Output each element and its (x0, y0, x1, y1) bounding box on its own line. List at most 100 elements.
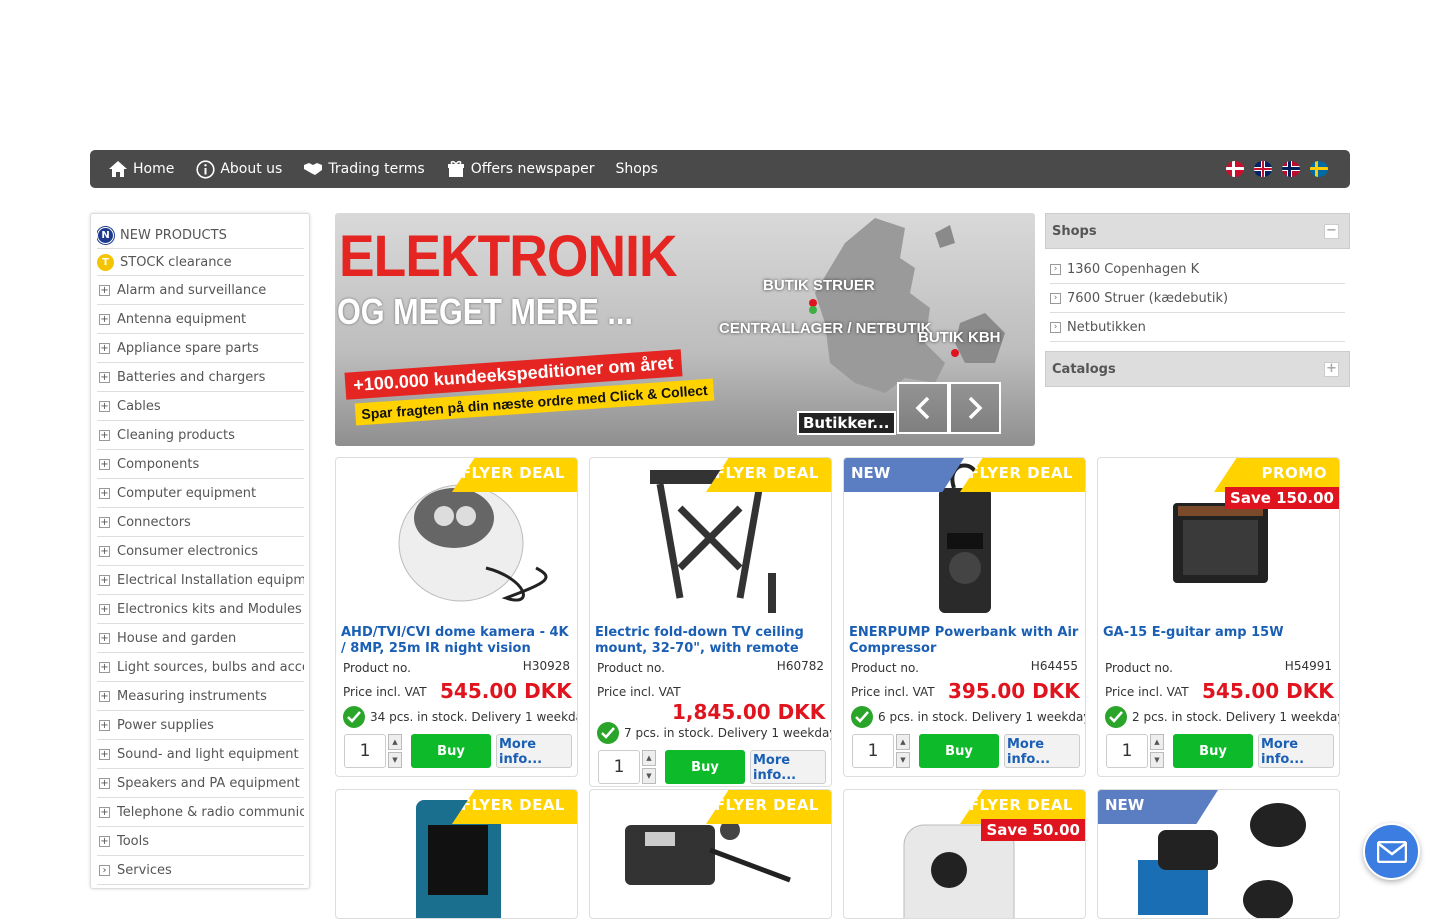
quantity-input[interactable]: 1 (852, 734, 894, 768)
quantity-input[interactable]: 1 (344, 734, 386, 768)
home-icon (108, 159, 128, 179)
sidebar-item-category[interactable]: + Appliance spare parts (97, 334, 304, 363)
expand-icon[interactable]: + (1324, 362, 1339, 377)
sidebar-item-category[interactable]: + Consumer electronics (97, 537, 304, 566)
sidebar-item-category[interactable]: + Cleaning products (97, 421, 304, 450)
sidebar-item-new-products[interactable]: N NEW PRODUCTS (97, 222, 304, 249)
chevron-right-icon: › (1050, 263, 1061, 275)
more-info-button[interactable]: More info... (1258, 734, 1334, 768)
envelope-icon (1376, 840, 1407, 863)
nav-shops[interactable]: Shops (615, 161, 658, 177)
clearance-badge-icon: T (97, 253, 114, 271)
nav-offers-label: Offers newspaper (470, 161, 595, 177)
expand-icon: + (99, 748, 110, 760)
nav-trading-terms[interactable]: Trading terms (303, 159, 425, 179)
expand-icon: + (99, 313, 110, 325)
hero-banner[interactable]: ELEKTRONIK OG MEGET MERE ... +100.000 ku… (335, 213, 1035, 446)
sidebar-item-category[interactable]: + Cables (97, 392, 304, 421)
quantity-input[interactable]: 1 (1106, 734, 1148, 768)
chevron-right-icon: › (1050, 321, 1061, 333)
sidebar-item-category[interactable]: + Components (97, 450, 304, 479)
banner-prev-button[interactable] (897, 382, 949, 434)
shops-panel-header[interactable]: Shops − (1045, 213, 1350, 249)
sidebar-item-label: Telephone & radio communication (117, 804, 304, 820)
catalogs-panel-header[interactable]: Catalogs + (1045, 351, 1350, 387)
quantity-stepper[interactable]: ▲ ▼ (1150, 734, 1164, 768)
sidebar-item-category[interactable]: + Tools (97, 827, 304, 856)
buy-button[interactable]: Buy (665, 750, 745, 784)
arrow-down-icon[interactable]: ▼ (388, 752, 402, 768)
stock-text: 2 pcs. in stock. Delivery 1 weekday. (1132, 710, 1340, 724)
flag-sweden-icon[interactable] (1310, 161, 1328, 177)
price-label: Price incl. VAT (343, 685, 427, 699)
language-flags (1226, 161, 1328, 177)
sidebar-item-label: Electrical Installation equipment (117, 572, 304, 588)
flag-uk-icon[interactable] (1254, 161, 1272, 177)
sidebar-item-label: Consumer electronics (117, 543, 259, 559)
sidebar-item-category[interactable]: + House and garden (97, 624, 304, 653)
quantity-stepper[interactable]: ▲ ▼ (388, 734, 402, 768)
flag-norway-icon[interactable] (1282, 161, 1300, 177)
chevron-right-icon: › (1050, 292, 1061, 304)
product-card: FLYER DEAL Electric fold-down TV ceiling … (589, 457, 832, 787)
sidebar-item-category[interactable]: + Batteries and chargers (97, 363, 304, 392)
product-card: FLYER DEAL AHD/TVI/CVI dome kamera - 4K /… (335, 457, 578, 777)
buy-button[interactable]: Buy (919, 734, 999, 768)
sidebar-item-stock-clearance[interactable]: T STOCK clearance (97, 249, 304, 276)
product-no-value: H64455 (1030, 659, 1078, 673)
arrow-up-icon[interactable]: ▲ (388, 734, 402, 750)
buy-button[interactable]: Buy (1173, 734, 1253, 768)
buy-button[interactable]: Buy (411, 734, 491, 768)
sidebar-item-category[interactable]: + Connectors (97, 508, 304, 537)
shop-link-label: Netbutikken (1067, 319, 1146, 335)
product-title-link[interactable]: Electric fold-down TV ceiling mount, 32-… (595, 625, 830, 657)
arrow-up-icon[interactable]: ▲ (1150, 734, 1164, 750)
sidebar-item-category[interactable]: + Measuring instruments (97, 682, 304, 711)
more-info-button[interactable]: More info... (1004, 734, 1080, 768)
arrow-up-icon[interactable]: ▲ (642, 750, 656, 766)
shop-link-netbutikken[interactable]: › Netbutikken (1050, 313, 1345, 342)
product-title-link[interactable]: ENERPUMP Powerbank with Air Compressor (849, 625, 1084, 657)
quantity-stepper[interactable]: ▲ ▼ (642, 750, 656, 784)
shop-link-copenhagen[interactable]: › 1360 Copenhagen K (1050, 255, 1345, 284)
nav-offers[interactable]: Offers newspaper (446, 159, 595, 179)
quantity-stepper[interactable]: ▲ ▼ (896, 734, 910, 768)
sidebar-item-category[interactable]: + Computer equipment (97, 479, 304, 508)
shop-link-struer[interactable]: › 7600 Struer (kædebutik) (1050, 284, 1345, 313)
expand-icon: + (99, 371, 110, 383)
more-info-button[interactable]: More info... (496, 734, 572, 768)
product-no-value: H54991 (1284, 659, 1332, 673)
chevron-right-icon (968, 396, 983, 420)
arrow-down-icon[interactable]: ▼ (642, 768, 656, 784)
sidebar-item-category[interactable]: + Speakers and PA equipment (97, 769, 304, 798)
nav-about[interactable]: About us (195, 159, 282, 179)
quantity-input[interactable]: 1 (598, 750, 640, 784)
arrow-up-icon[interactable]: ▲ (896, 734, 910, 750)
sidebar-item-category[interactable]: + Antenna equipment (97, 305, 304, 334)
expand-icon: + (99, 458, 110, 470)
flag-denmark-icon[interactable] (1226, 161, 1244, 177)
expand-icon: + (99, 400, 110, 412)
sidebar-item-category[interactable]: + Light sources, bulbs and accessories (97, 653, 304, 682)
arrow-down-icon[interactable]: ▼ (896, 752, 910, 768)
sidebar-item-category[interactable]: + Power supplies (97, 711, 304, 740)
arrow-down-icon[interactable]: ▼ (1150, 752, 1164, 768)
sidebar-item-category[interactable]: + Electrical Installation equipment (97, 566, 304, 595)
collapse-icon[interactable]: − (1324, 224, 1339, 239)
sidebar-item-category[interactable]: + Telephone & radio communication (97, 798, 304, 827)
checkmark-icon (597, 722, 619, 744)
sidebar-item-category[interactable]: › Services (97, 856, 304, 885)
sidebar-item-category[interactable]: + Electronics kits and Modules (97, 595, 304, 624)
more-info-button[interactable]: More info... (750, 750, 826, 784)
save-badge: Save 50.00 (981, 819, 1085, 841)
product-title-link[interactable]: AHD/TVI/CVI dome kamera - 4K / 8MP, 25m … (341, 625, 576, 657)
banner-shops-link[interactable]: Butikker... (797, 411, 896, 435)
banner-next-button[interactable] (949, 382, 1001, 434)
sidebar-item-category[interactable]: + Alarm and surveillance (97, 276, 304, 305)
chat-button[interactable] (1363, 823, 1420, 880)
sidebar-item-category[interactable]: + Sound- and light equipment (97, 740, 304, 769)
stock-status: 2 pcs. in stock. Delivery 1 weekday. (1105, 706, 1340, 728)
nav-home[interactable]: Home (108, 159, 174, 179)
product-card: NEW FLYER DEAL ENERPUMP Powerbank with Air… (843, 457, 1086, 777)
product-title-link[interactable]: GA-15 E-guitar amp 15W (1103, 625, 1338, 641)
